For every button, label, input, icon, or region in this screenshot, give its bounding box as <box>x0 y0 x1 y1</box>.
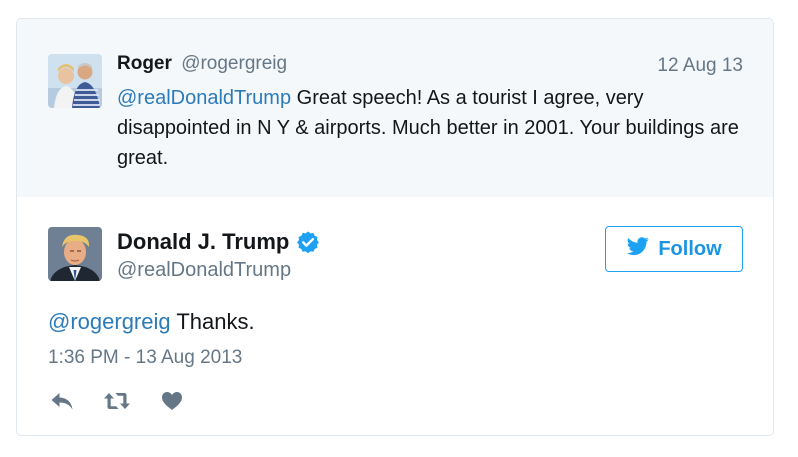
parent-author-avatar[interactable] <box>48 54 102 108</box>
verified-badge-icon <box>296 230 320 254</box>
retweet-icon[interactable] <box>103 389 131 413</box>
main-author-avatar[interactable] <box>48 227 102 281</box>
main-mention-link[interactable]: @rogergreig <box>48 309 171 334</box>
follow-button-label: Follow <box>658 237 722 260</box>
parent-mention-link[interactable]: @realDonaldTrump <box>117 87 291 109</box>
main-author-handle[interactable]: @realDonaldTrump <box>117 259 291 282</box>
main-author-name[interactable]: Donald J. Trump <box>117 229 289 255</box>
parent-tweet-date[interactable]: 12 Aug 13 <box>657 55 743 77</box>
parent-author-handle[interactable]: @rogergreig <box>181 53 287 74</box>
parent-author-row: Roger @rogergreig <box>117 53 287 75</box>
parent-tweet-text: @realDonaldTrump Great speech! As a tour… <box>117 83 757 173</box>
like-heart-icon[interactable] <box>158 389 186 413</box>
tweet-actions <box>48 389 186 413</box>
main-tweet-body: Thanks. <box>170 309 255 334</box>
main-author-row: Donald J. Trump <box>117 229 320 255</box>
main-tweet-text: @rogergreig Thanks. <box>48 309 255 335</box>
tweet-timestamp[interactable]: 1:36 PM - 13 Aug 2013 <box>48 347 242 369</box>
reply-icon[interactable] <box>48 389 76 413</box>
parent-author-name[interactable]: Roger <box>117 53 172 74</box>
embedded-tweet-card: Roger @rogergreig 12 Aug 13 @realDonaldT… <box>16 18 774 436</box>
twitter-bird-icon <box>626 235 650 263</box>
parent-tweet[interactable]: Roger @rogergreig 12 Aug 13 @realDonaldT… <box>17 19 773 197</box>
follow-button[interactable]: Follow <box>605 226 743 272</box>
